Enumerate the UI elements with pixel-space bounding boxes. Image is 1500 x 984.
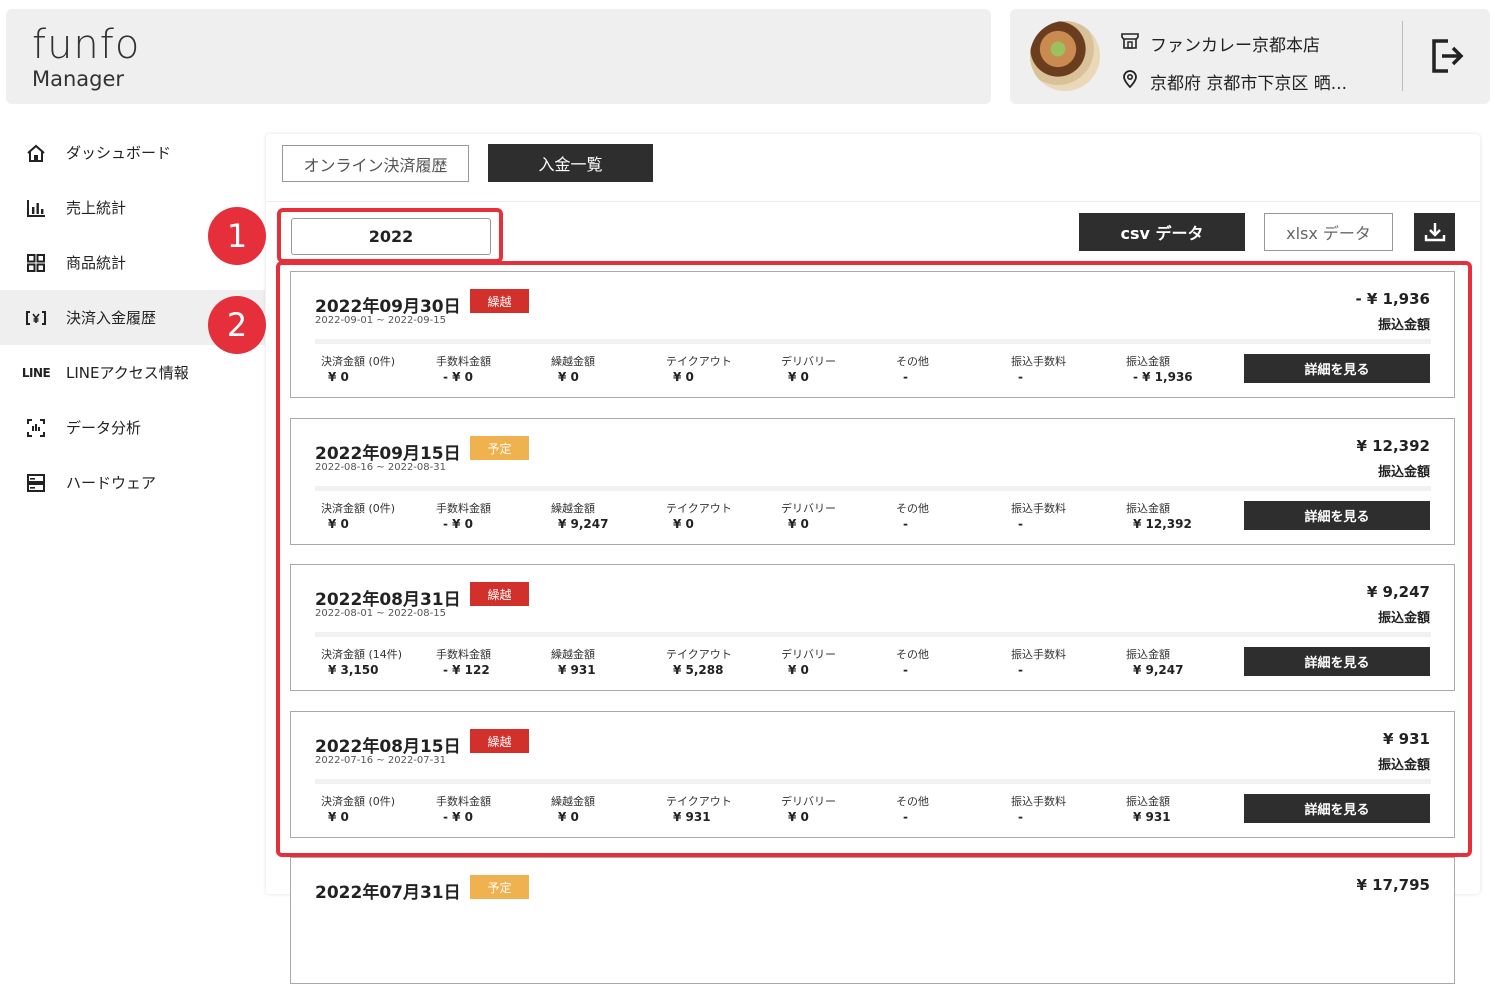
data-scan-icon — [24, 418, 48, 438]
sidebar-item-data-analysis[interactable]: データ分析 — [0, 400, 265, 455]
store-info-panel: ファンカレー京都本店 京都府 京都市下京区 晒... — [1010, 9, 1490, 104]
home-icon — [24, 143, 48, 163]
sidebar-item-label: ハードウェア — [66, 474, 157, 492]
header-brand-bar: funfo Manager — [6, 9, 991, 104]
xlsx-export-button[interactable]: xlsx データ — [1264, 213, 1393, 251]
header-divider — [1402, 21, 1403, 91]
sidebar-item-label: ダッシュボード — [66, 144, 172, 162]
store-address-row: 京都府 京都市下京区 晒... — [1120, 69, 1347, 94]
tab-deposit-list[interactable]: 入金一覧 — [488, 144, 653, 182]
logo-funfo[interactable]: funfo — [32, 23, 140, 67]
sidebar-item-dashboard[interactable]: ダッシュボード — [0, 125, 265, 180]
sidebar-item-label: 売上統計 — [66, 199, 127, 217]
sidebar-item-hardware[interactable]: ハードウェア — [0, 455, 265, 510]
download-icon — [1424, 223, 1445, 242]
store-name-row: ファンカレー京都本店 — [1120, 31, 1320, 56]
logo-manager: Manager — [32, 67, 125, 91]
sidebar-item-label: データ分析 — [66, 419, 142, 437]
deposit-date: 2022年07月31日 — [315, 883, 461, 903]
sidebar-item-label: 商品統計 — [66, 254, 127, 272]
transfer-amount: ¥ 17,795 — [1356, 876, 1430, 894]
sidebar-item-label: 決済入金履歴 — [66, 309, 157, 327]
sidebar-item-line-access[interactable]: LINE LINEアクセス情報 — [0, 345, 265, 400]
store-address: 京都府 京都市下京区 晒... — [1150, 74, 1348, 94]
location-pin-icon — [1120, 69, 1140, 94]
store-avatar[interactable] — [1030, 21, 1100, 91]
annotation-number-2: 2 — [208, 296, 266, 354]
bar-chart-icon — [24, 198, 48, 218]
csv-export-button[interactable]: csv データ — [1079, 213, 1245, 251]
store-icon — [1120, 31, 1140, 56]
annotation-box-year — [277, 208, 503, 263]
status-badge: 予定 — [470, 875, 529, 899]
logout-icon[interactable] — [1430, 37, 1464, 75]
store-name: ファンカレー京都本店 — [1150, 36, 1320, 56]
line-logo-icon: LINE — [21, 365, 51, 380]
sidebar-item-label: LINEアクセス情報 — [66, 364, 189, 382]
deposit-card: 2022年07月31日 予定 ¥ 17,795 — [290, 857, 1455, 984]
tab-bar: オンライン決済履歴 入金一覧 — [266, 134, 1480, 202]
hardware-icon — [24, 473, 48, 493]
download-button[interactable] — [1414, 213, 1455, 251]
annotation-number-1: 1 — [208, 207, 266, 265]
tab-online-payment-history[interactable]: オンライン決済履歴 — [282, 145, 469, 182]
annotation-box-cards — [276, 261, 1472, 857]
yen-deposit-icon — [24, 308, 48, 328]
grid-icon — [24, 253, 48, 273]
